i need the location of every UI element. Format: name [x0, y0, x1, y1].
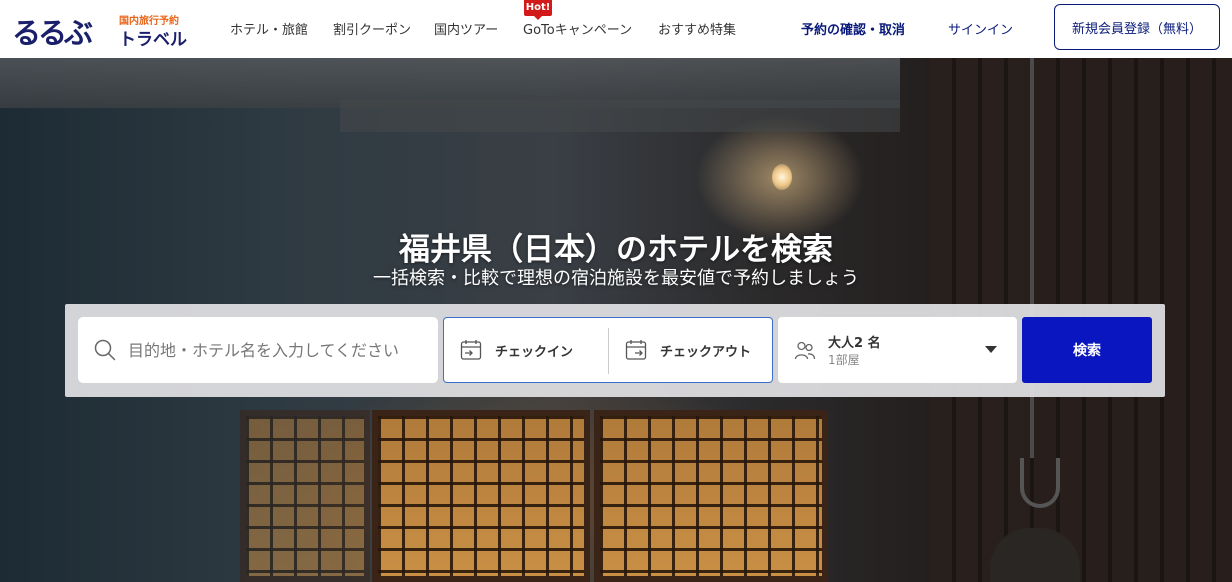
hero-title: 福井県（日本）のホテルを検索 [399, 232, 833, 268]
checkin-date-picker[interactable]: チェックイン [444, 318, 608, 382]
date-range-picker: チェックイン チェックアウト [443, 317, 773, 383]
hero-subtitle: 一括検索・比較で理想の宿泊施設を最安値で予約しましょう [373, 268, 859, 289]
rooms-count: 1部屋 [828, 353, 860, 367]
nav-recommended-features[interactable]: おすすめ特集 [658, 19, 736, 38]
checkin-calendar-icon [460, 340, 482, 360]
background-shoji-screen [372, 410, 590, 582]
nav-discount-coupons[interactable]: 割引クーポン [333, 19, 411, 38]
background-hook [1020, 458, 1060, 508]
guests-count: 大人2 名 [828, 336, 881, 351]
hot-badge: Hot! [524, 0, 552, 20]
search-panel: チェックイン チェックアウト 大人2 名 [65, 304, 1165, 397]
nav-goto-campaign[interactable]: GoToキャンペーン [523, 19, 632, 38]
checkout-date-picker[interactable]: チェックアウト [609, 318, 773, 382]
guests-rooms-selector[interactable]: 大人2 名 1部屋 [778, 317, 1017, 383]
search-icon [94, 339, 116, 361]
background-beam-lower [340, 100, 900, 132]
logo-travel-text: トラベル [119, 30, 187, 50]
chevron-down-icon [985, 346, 997, 353]
logo-main-text: るるぶ [12, 16, 93, 50]
background-lamp [772, 164, 792, 190]
register-button[interactable]: 新規会員登録（無料） [1054, 4, 1220, 50]
reservation-check-link[interactable]: 予約の確認・取消 [801, 19, 905, 38]
rurubu-travel-logo[interactable]: るるぶ 国内旅行予約 トラベル [12, 6, 197, 52]
hero-section: 福井県（日本）のホテルを検索 一括検索・比較で理想の宿泊施設を最安値で予約しまし… [0, 58, 1232, 582]
background-shoji-screen [594, 410, 828, 582]
background-shoji-screen [240, 410, 370, 582]
checkout-calendar-icon [625, 340, 647, 360]
destination-input[interactable] [128, 317, 428, 383]
destination-field[interactable] [78, 317, 438, 383]
people-icon [794, 341, 816, 360]
nav-domestic-tours[interactable]: 国内ツアー [434, 19, 498, 38]
checkout-label: チェックアウト [660, 345, 752, 360]
checkin-label: チェックイン [495, 345, 574, 360]
search-button[interactable]: 検索 [1022, 317, 1152, 383]
sign-in-link[interactable]: サインイン [948, 19, 1013, 38]
site-header: るるぶ 国内旅行予約 トラベル ホテル・旅館 割引クーポン 国内ツアー Hot!… [0, 0, 1232, 58]
nav-hotels-ryokan[interactable]: ホテル・旅館 [230, 19, 308, 38]
